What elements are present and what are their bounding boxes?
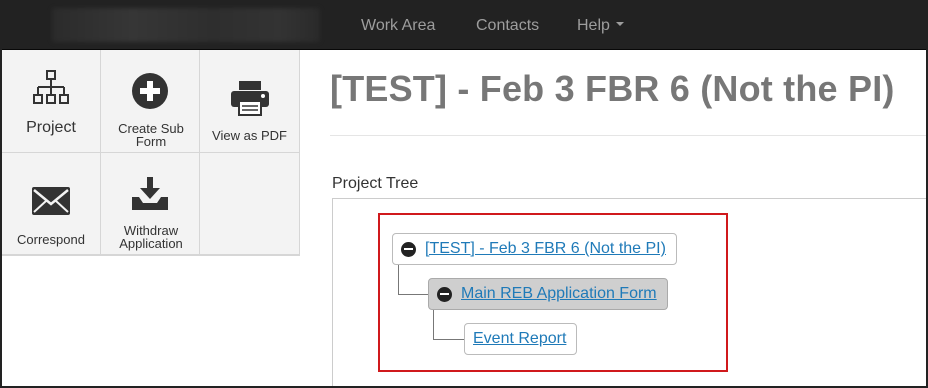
- withdraw-application-button[interactable]: Withdraw Application: [101, 153, 200, 255]
- nav-work-area-label: Work Area: [361, 17, 436, 34]
- view-as-pdf-label: View as PDF: [212, 128, 287, 143]
- sidebar-blank-area: [2, 256, 300, 386]
- view-as-pdf-button[interactable]: View as PDF: [200, 50, 300, 153]
- red-highlight-box: [378, 213, 728, 372]
- caret-down-icon: [615, 21, 624, 26]
- correspond-label: Correspond: [17, 232, 85, 247]
- nav-contacts[interactable]: Contacts: [476, 2, 539, 50]
- empty-tile: [200, 153, 300, 255]
- app-window: Work Area Contacts Help Project Create S…: [0, 0, 928, 388]
- top-navbar: Work Area Contacts Help: [2, 2, 926, 50]
- envelope-icon: [2, 186, 100, 216]
- print-icon: [200, 80, 299, 116]
- create-sub-form-label: Create Sub Form: [118, 121, 184, 149]
- action-sidebar: Project Create Sub Form View as PDF Corr…: [2, 50, 300, 386]
- nav-contacts-label: Contacts: [476, 17, 540, 34]
- title-divider: [330, 135, 926, 136]
- brand-logo-blurred[interactable]: [52, 8, 320, 42]
- plus-circle-icon: [101, 72, 199, 110]
- create-sub-form-button[interactable]: Create Sub Form: [101, 50, 200, 153]
- sitemap-icon: [2, 70, 100, 106]
- project-button[interactable]: Project: [2, 50, 101, 153]
- project-tree-label: Project Tree: [332, 175, 419, 192]
- nav-work-area[interactable]: Work Area: [361, 2, 435, 50]
- withdraw-application-label: Withdraw Application: [119, 223, 183, 251]
- download-tray-icon: [101, 177, 199, 211]
- nav-help-label: Help: [577, 17, 610, 34]
- page-title: [TEST] - Feb 3 FBR 6 (Not the PI): [330, 68, 895, 109]
- main-content: [TEST] - Feb 3 FBR 6 (Not the PI) Projec…: [302, 50, 926, 386]
- nav-help-dropdown[interactable]: Help: [577, 2, 624, 50]
- project-button-label: Project: [26, 119, 76, 136]
- correspond-button[interactable]: Correspond: [2, 153, 101, 255]
